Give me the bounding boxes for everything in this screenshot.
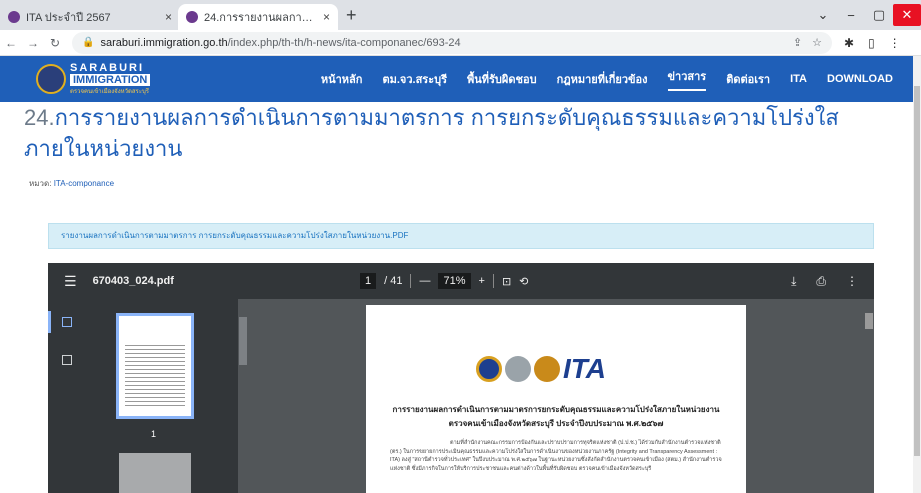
pdf-viewer: ☰ 670403_024.pdf 1 / 41 — 71% + ⊡ ⟲ ⤓ ⎙ … — [48, 263, 874, 493]
close-icon[interactable]: × — [165, 10, 172, 24]
sidebar-scrollbar[interactable] — [239, 305, 247, 493]
site-header: SARABURI IMMIGRATION ตรวจคนเข้าเมืองจังห… — [0, 56, 913, 102]
print-icon[interactable]: ⎙ — [816, 274, 826, 289]
forward-icon[interactable]: → — [22, 36, 44, 50]
pdf-download-link[interactable]: รายงานผลการดำเนินการตามมาตรการ การยกระดั… — [48, 223, 874, 249]
browser-tab-active[interactable]: 24.การรายงานผลการดำเนินการตามม × — [178, 4, 338, 30]
article: 24.การรายงานผลการดำเนินการตามมาตรการ การ… — [0, 102, 913, 493]
star-icon[interactable]: ☆ — [812, 36, 822, 49]
menu-item-home[interactable]: หน้าหลัก — [321, 70, 363, 88]
menu-item-law[interactable]: กฎหมายที่เกี่ยวข้อง — [557, 70, 648, 88]
pdf-filename: 670403_024.pdf — [92, 275, 174, 287]
ita-logo: ITA — [476, 353, 606, 385]
browser-tab[interactable]: ITA ประจำปี 2567 × — [0, 4, 180, 30]
logo-line3: ตรวจคนเข้าเมืองจังหวัดสระบุรี — [70, 89, 149, 95]
pdf-page-title: การรายงานผลการดำเนินการตามมาตรการยกระดับ… — [392, 405, 720, 428]
main-menu: หน้าหลัก ตม.จว.สระบุรี พื้นที่รับผิดชอบ … — [321, 56, 893, 102]
tab-bar: ITA ประจำปี 2567 × 24.การรายงานผลการดำเน… — [0, 0, 921, 30]
download-icon[interactable]: ⤓ — [791, 274, 796, 289]
page-thumbnail[interactable] — [119, 453, 191, 493]
rotate-icon[interactable]: ⟲ — [519, 275, 528, 288]
logo-line1: SARABURI — [70, 62, 145, 74]
police-seal-icon — [476, 356, 502, 382]
thumbnail-page-number: 1 — [151, 429, 157, 439]
tab-title: ITA ประจำปี 2567 — [26, 12, 111, 24]
zoom-out-button[interactable]: — — [419, 275, 430, 287]
zoom-in-button[interactable]: + — [479, 275, 485, 287]
page-total: / 41 — [384, 275, 403, 287]
pdf-page-body: ตามที่สำนักงานคณะกรรมการป้องกันและปราบปร… — [390, 440, 722, 472]
pdf-sidebar: 1 — [48, 299, 238, 493]
reload-icon[interactable]: ↻ — [44, 36, 66, 50]
pdf-toolbar: ☰ 670403_024.pdf 1 / 41 — 71% + ⊡ ⟲ ⤓ ⎙ … — [48, 263, 874, 299]
chevron-down-icon[interactable]: ⌄ — [809, 7, 837, 23]
thumbnails-icon[interactable] — [62, 317, 72, 327]
site-favicon-icon — [8, 11, 20, 23]
lock-icon[interactable]: 🔒 — [82, 37, 94, 48]
url-path: /index.php/th-th/h-news/ita-componanec/6… — [227, 36, 461, 49]
menu-item-ita[interactable]: ITA — [790, 73, 807, 85]
extensions-icon[interactable]: ✱ — [844, 36, 854, 50]
minimize-icon[interactable]: − — [837, 8, 865, 23]
magnifier-icon — [505, 356, 531, 382]
back-icon[interactable]: ← — [0, 36, 22, 50]
site-logo[interactable]: SARABURI IMMIGRATION ตรวจคนเข้าเมืองจังห… — [36, 62, 151, 96]
zoom-input[interactable]: 71% — [438, 273, 471, 289]
page-thumbnail[interactable] — [116, 313, 194, 419]
logo-line2: IMMIGRATION — [70, 74, 151, 86]
url-input[interactable]: 🔒 saraburi.immigration.go.th /index.php/… — [72, 31, 832, 54]
menu-item-news[interactable]: ข่าวสาร — [667, 67, 707, 91]
tab-title: 24.การรายงานผลการดำเนินการตามม — [204, 12, 317, 24]
page-scrollbar[interactable] — [913, 56, 921, 493]
ita-wordmark: ITA — [563, 353, 607, 384]
window-controls: ⌄ − ▢ ✕ — [809, 0, 921, 30]
pdf-scrollbar[interactable] — [864, 299, 874, 493]
close-icon[interactable]: × — [323, 10, 330, 24]
outline-icon[interactable] — [62, 355, 72, 365]
url-host: saraburi.immigration.go.th — [100, 36, 228, 49]
menu-item-contact[interactable]: ติดต่อเรา — [726, 70, 770, 88]
page-title: 24.การรายงานผลการดำเนินการตามมาตรการ การ… — [24, 105, 839, 161]
police-seal-icon — [36, 64, 66, 94]
menu-item-area[interactable]: พื้นที่รับผิดชอบ — [467, 70, 537, 88]
menu-item-download[interactable]: DOWNLOAD — [827, 73, 893, 85]
maximize-icon[interactable]: ▢ — [865, 7, 893, 23]
fit-page-icon[interactable]: ⊡ — [502, 275, 511, 288]
new-tab-button[interactable]: + — [346, 5, 357, 26]
more-icon[interactable]: ⋮ — [846, 274, 858, 289]
more-icon[interactable]: ⋮ — [889, 36, 901, 50]
site-favicon-icon — [186, 11, 198, 23]
close-window-icon[interactable]: ✕ — [893, 4, 921, 26]
sidepanel-icon[interactable]: ▯ — [868, 36, 875, 50]
address-bar: ← → ↻ 🔒 saraburi.immigration.go.th /inde… — [0, 30, 921, 56]
pdf-page: ITA การรายงานผลการดำเนินการตามมาตรการยกร… — [366, 305, 746, 493]
category-link[interactable]: ITA-componance — [54, 179, 114, 188]
page-number-input[interactable]: 1 — [360, 273, 377, 289]
emblem-icon — [534, 356, 560, 382]
category-line: หมวด: ITA-componance — [29, 179, 115, 188]
share-icon[interactable]: ⇪ — [793, 36, 802, 49]
menu-icon[interactable]: ☰ — [64, 273, 77, 290]
menu-item-office[interactable]: ตม.จว.สระบุรี — [382, 70, 447, 88]
